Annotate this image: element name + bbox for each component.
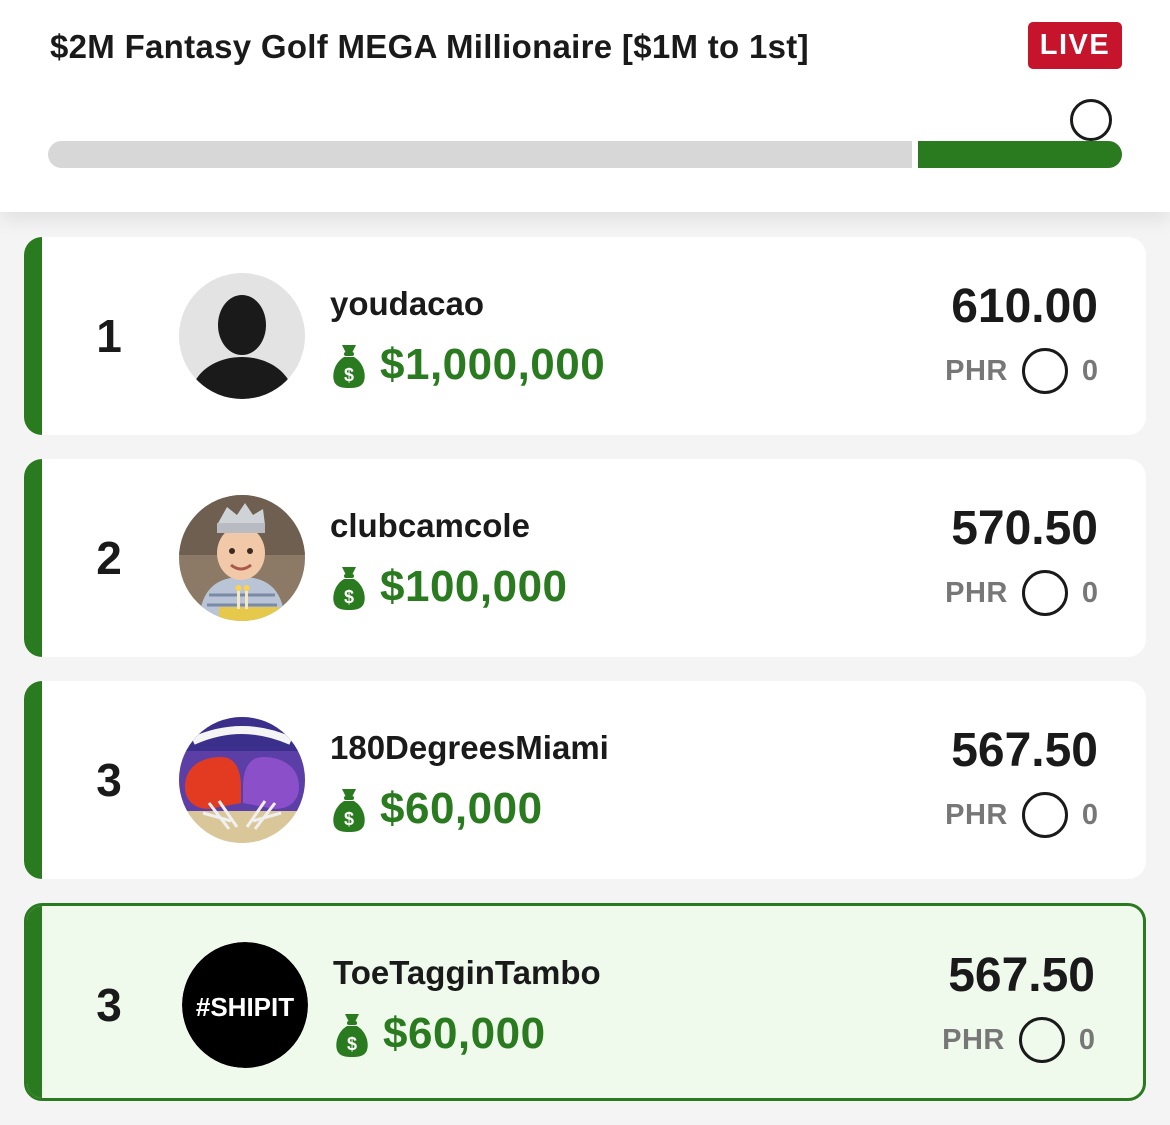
contest-progress-bar — [48, 141, 1122, 168]
phr-label: PHR — [942, 1023, 1005, 1056]
default-silhouette-avatar — [179, 273, 305, 399]
leaderboard-row-current-user[interactable]: 3 #SHIPIT ToeTagginTambo $ $60,000 567.5… — [24, 903, 1146, 1101]
child-photo-avatar — [179, 495, 305, 621]
svg-text:$: $ — [344, 365, 354, 385]
phr-indicator: PHR 0 — [945, 347, 1098, 395]
contest-title: $2M Fantasy Golf MEGA Millionaire [$1M t… — [50, 28, 809, 65]
phr-label: PHR — [945, 576, 1008, 609]
leaderboard-row[interactable]: 2 clubcamcole $ $100,000 570.50 PHR 0 — [24, 459, 1146, 657]
phr-indicator: PHR 0 — [945, 791, 1098, 839]
phr-indicator: PHR 0 — [945, 569, 1098, 617]
user-silhouette-icon — [179, 273, 305, 399]
fantasy-points: 570.50 — [951, 502, 1098, 555]
svg-text:#SHIPIT: #SHIPIT — [196, 992, 294, 1022]
prize-amount: $60,000 — [383, 1009, 546, 1058]
rank-number: 3 — [96, 754, 122, 806]
prize-display: $ $60,000 — [330, 781, 543, 837]
leaderboard-row[interactable]: 3 180DegreesMiami $ $60,000 567.50 PHR 0 — [24, 681, 1146, 879]
money-bag-icon: $ — [333, 567, 365, 610]
phr-value: 0 — [1081, 354, 1098, 387]
shipit-text-avatar: #SHIPIT — [182, 942, 308, 1068]
prize-amount: $1,000,000 — [380, 340, 606, 389]
fantasy-points: 567.50 — [951, 724, 1098, 777]
phr-value: 0 — [1081, 576, 1098, 609]
money-bag-icon: $ — [333, 789, 365, 832]
rank-number: 2 — [96, 532, 122, 584]
football-helmets-avatar — [179, 717, 305, 843]
prize-display: $ $60,000 — [333, 1006, 546, 1062]
rank-number: 3 — [96, 979, 122, 1031]
fantasy-points: 610.00 — [951, 280, 1098, 333]
phr-ring-icon — [1018, 1017, 1065, 1063]
fantasy-points: 567.50 — [948, 949, 1095, 1002]
football-helmets-icon — [179, 717, 305, 843]
progress-marker-icon — [1070, 99, 1112, 141]
phr-ring-icon — [1021, 570, 1068, 616]
phr-label: PHR — [945, 354, 1008, 387]
child-photo-icon — [179, 495, 305, 621]
svg-text:$: $ — [347, 1034, 357, 1054]
svg-text:$: $ — [344, 587, 354, 607]
username[interactable]: clubcamcole — [330, 507, 530, 545]
prize-display: $ $100,000 — [330, 559, 568, 615]
svg-text:$: $ — [344, 809, 354, 829]
contest-header: $2M Fantasy Golf MEGA Millionaire [$1M t… — [0, 0, 1170, 212]
prize-display: $ $1,000,000 — [330, 337, 605, 393]
progress-remaining — [48, 141, 912, 168]
leaderboard-list: 1 youdacao $ $1,000,000 610.00 PHR 0 2 c… — [24, 237, 1146, 1125]
username[interactable]: youdacao — [330, 285, 484, 323]
money-bag-icon: $ — [336, 1014, 368, 1057]
rank-number: 1 — [96, 310, 122, 362]
phr-value: 0 — [1078, 1023, 1095, 1056]
phr-label: PHR — [945, 798, 1008, 831]
prize-amount: $100,000 — [380, 562, 568, 611]
shipit-logo-icon: #SHIPIT — [182, 942, 308, 1068]
username[interactable]: ToeTagginTambo — [333, 954, 601, 992]
prize-amount: $60,000 — [380, 784, 543, 833]
phr-ring-icon — [1021, 348, 1068, 394]
progress-complete — [918, 141, 1122, 168]
phr-indicator: PHR 0 — [942, 1016, 1095, 1064]
money-bag-icon: $ — [333, 345, 365, 388]
phr-ring-icon — [1021, 792, 1068, 838]
leaderboard-row[interactable]: 1 youdacao $ $1,000,000 610.00 PHR 0 — [24, 237, 1146, 435]
phr-value: 0 — [1081, 798, 1098, 831]
live-status-badge: LIVE — [1028, 22, 1122, 69]
username[interactable]: 180DegreesMiami — [330, 729, 609, 767]
